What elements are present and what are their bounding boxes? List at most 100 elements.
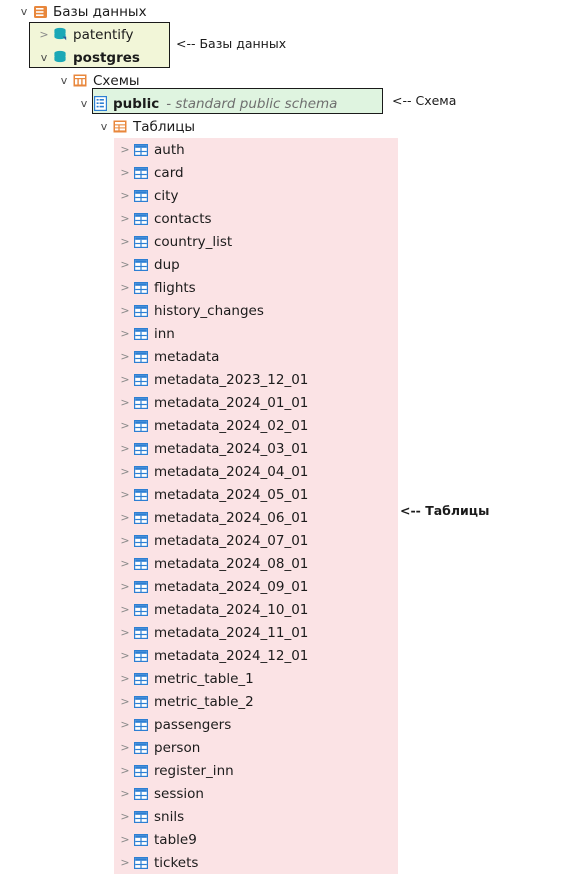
tree-node-table[interactable]: > metadata_2024_02_01 (0, 414, 586, 437)
tree-node-table[interactable]: > metadata_2024_04_01 (0, 460, 586, 483)
tree-node-table[interactable]: > person (0, 736, 586, 759)
chevron-right-icon[interactable]: > (118, 581, 132, 592)
tree-node-table[interactable]: > flights (0, 276, 586, 299)
chevron-right-icon[interactable]: > (118, 443, 132, 454)
tree-node-table[interactable]: > dup (0, 253, 586, 276)
tree-node-table[interactable]: > passengers (0, 713, 586, 736)
chevron-down-icon[interactable]: v (77, 98, 91, 109)
tree-node-table[interactable]: > metadata_2024_12_01 (0, 644, 586, 667)
table-icon (132, 165, 150, 181)
tree-node-table[interactable]: > country_list (0, 230, 586, 253)
tree-label-table: metadata (154, 348, 220, 365)
tree-node-table[interactable]: > session (0, 782, 586, 805)
tree-node-table[interactable]: > metadata_2024_03_01 (0, 437, 586, 460)
tree-label-table: metadata_2024_09_01 (154, 578, 309, 595)
chevron-right-icon[interactable]: > (118, 328, 132, 339)
chevron-right-icon[interactable]: > (118, 673, 132, 684)
chevron-right-icon[interactable]: > (118, 650, 132, 661)
chevron-right-icon[interactable]: > (118, 811, 132, 822)
tree-node-database-postgres[interactable]: v postgres (0, 46, 586, 69)
tree-node-table[interactable]: > metadata_2024_11_01 (0, 621, 586, 644)
chevron-right-icon[interactable]: > (118, 190, 132, 201)
chevron-right-icon[interactable]: > (118, 144, 132, 155)
chevron-right-icon[interactable]: > (118, 489, 132, 500)
tree-node-table[interactable]: > tickets (0, 851, 586, 874)
chevron-right-icon[interactable]: > (118, 512, 132, 523)
chevron-right-icon[interactable]: > (118, 857, 132, 868)
table-icon (132, 671, 150, 687)
tree-node-table[interactable]: > metadata_2024_08_01 (0, 552, 586, 575)
tree-node-table[interactable]: > table9 (0, 828, 586, 851)
chevron-right-icon[interactable]: > (118, 627, 132, 638)
tree-label-table: flights (154, 279, 196, 296)
chevron-right-icon[interactable]: > (118, 788, 132, 799)
table-icon (132, 763, 150, 779)
tree-label-table: passengers (154, 716, 232, 733)
tree-label-table: card (154, 164, 184, 181)
chevron-right-icon[interactable]: > (118, 351, 132, 362)
tree-label-table: snils (154, 808, 185, 825)
tree-node-table[interactable]: > metadata_2024_09_01 (0, 575, 586, 598)
tree-label-schemas: Схемы (93, 72, 140, 89)
tree-node-table[interactable]: > metadata_2024_05_01 (0, 483, 586, 506)
table-icon (132, 533, 150, 549)
chevron-down-icon[interactable]: v (37, 52, 51, 63)
tree-node-table[interactable]: > metadata_2024_01_01 (0, 391, 586, 414)
tree-label-table: metadata_2024_03_01 (154, 440, 309, 457)
tree-node-table[interactable]: > metric_table_2 (0, 690, 586, 713)
tree-node-database-patentify[interactable]: > patentify (0, 23, 586, 46)
chevron-right-icon[interactable]: > (118, 466, 132, 477)
tree-node-schema-public[interactable]: v public - standard public schema (0, 92, 586, 115)
tree-node-table[interactable]: > metric_table_1 (0, 667, 586, 690)
table-icon (132, 832, 150, 848)
chevron-right-icon[interactable]: > (118, 420, 132, 431)
chevron-right-icon[interactable]: > (118, 535, 132, 546)
tree-label-table: metadata_2024_10_01 (154, 601, 309, 618)
chevron-down-icon[interactable]: v (17, 6, 31, 17)
table-icon (132, 188, 150, 204)
tree-node-table[interactable]: > metadata_2024_07_01 (0, 529, 586, 552)
chevron-right-icon[interactable]: > (118, 696, 132, 707)
chevron-right-icon[interactable]: > (118, 604, 132, 615)
tree-node-table[interactable]: > metadata_2023_12_01 (0, 368, 586, 391)
tree-node-table[interactable]: > contacts (0, 207, 586, 230)
tree-node-databases-root[interactable]: v Базы данных (0, 0, 586, 23)
tree-node-table[interactable]: > auth (0, 138, 586, 161)
chevron-right-icon[interactable]: > (118, 305, 132, 316)
tree-label-table: auth (154, 141, 185, 158)
tree-node-table[interactable]: > register_inn (0, 759, 586, 782)
chevron-right-icon[interactable]: > (118, 742, 132, 753)
tree-label-table: dup (154, 256, 180, 273)
table-icon (132, 372, 150, 388)
table-icon (132, 234, 150, 250)
tree-node-table[interactable]: > city (0, 184, 586, 207)
tree-node-table[interactable]: > card (0, 161, 586, 184)
chevron-down-icon[interactable]: v (97, 121, 111, 132)
chevron-right-icon[interactable]: > (118, 397, 132, 408)
chevron-right-icon[interactable]: > (118, 213, 132, 224)
tree-node-table[interactable]: > snils (0, 805, 586, 828)
tree-node-table[interactable]: > metadata_2024_06_01 (0, 506, 586, 529)
chevron-right-icon[interactable]: > (118, 719, 132, 730)
tree-node-table[interactable]: > inn (0, 322, 586, 345)
tree-label-table: register_inn (154, 762, 234, 779)
table-icon (132, 257, 150, 273)
tree-node-tables[interactable]: v Таблицы (0, 115, 586, 138)
chevron-right-icon[interactable]: > (118, 374, 132, 385)
tree-node-table[interactable]: > metadata_2024_10_01 (0, 598, 586, 621)
chevron-down-icon[interactable]: v (57, 75, 71, 86)
chevron-right-icon[interactable]: > (118, 259, 132, 270)
tree-node-table[interactable]: > history_changes (0, 299, 586, 322)
chevron-right-icon[interactable]: > (118, 558, 132, 569)
table-icon (132, 487, 150, 503)
tree-node-table[interactable]: > metadata (0, 345, 586, 368)
chevron-right-icon[interactable]: > (118, 282, 132, 293)
chevron-right-icon[interactable]: > (118, 167, 132, 178)
chevron-right-icon[interactable]: > (118, 236, 132, 247)
chevron-right-icon[interactable]: > (118, 765, 132, 776)
tree-label-table: metadata_2024_05_01 (154, 486, 309, 503)
chevron-right-icon[interactable]: > (118, 834, 132, 845)
tree-node-schemas[interactable]: v Схемы (0, 69, 586, 92)
chevron-right-icon[interactable]: > (37, 29, 51, 40)
table-icon (132, 395, 150, 411)
